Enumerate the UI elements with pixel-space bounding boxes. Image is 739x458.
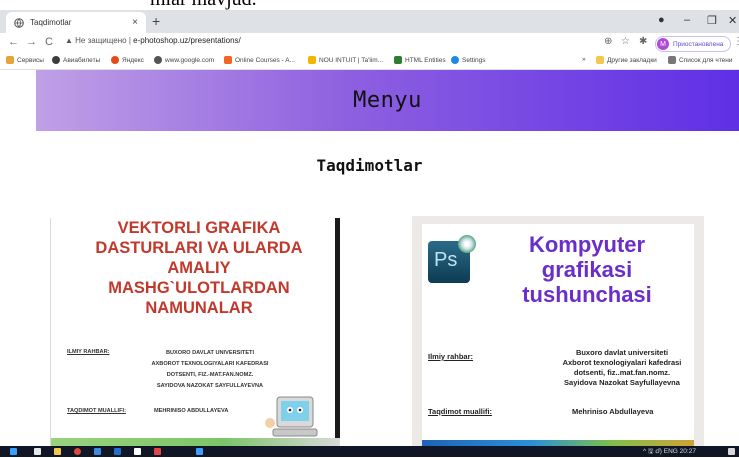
author-name: Mehriniso Abdullayeva — [572, 407, 654, 416]
folder-icon — [596, 56, 604, 64]
presentation-title: Kompyuter grafikasi tushunchasi — [522, 232, 652, 307]
menu-bar[interactable]: Menyu — [36, 70, 739, 131]
taskbar-app-icon[interactable] — [94, 448, 101, 455]
security-label: Не защищено — [75, 36, 127, 45]
page-title: Taqdimotlar — [316, 156, 423, 175]
author-label: TAQDIMOT MUALLIFI: — [67, 408, 126, 414]
bookmarks-overflow[interactable]: » — [582, 56, 586, 63]
menu-label: Menyu — [353, 88, 422, 113]
tab-title: Taqdimotlar — [30, 18, 72, 27]
slide-preview: Ps Kompyuter grafikasi tushunchasi Ilmiy… — [422, 224, 694, 446]
supervisor-label: Ilmiy rahbar: — [428, 352, 474, 361]
eye-decoration — [458, 235, 476, 253]
courses-icon — [224, 56, 232, 64]
notification-icon[interactable] — [728, 448, 735, 455]
bookmark-item[interactable]: HTML Entities — [394, 56, 446, 64]
bookmark-item[interactable]: Сервисы — [6, 56, 44, 64]
browser-tab[interactable]: Taqdimotlar × — [6, 12, 146, 33]
warning-triangle-icon: ▲ — [65, 36, 73, 45]
menu-kebab-icon[interactable]: ⋮ — [733, 36, 739, 47]
windows-taskbar: ^ 🖫 ⅆ) ENG 20:27 — [0, 446, 739, 457]
url-field[interactable]: ▲ Не защищено | e-photoshop.uz/presentat… — [65, 36, 241, 45]
bookmark-item[interactable]: Авиабилеты — [52, 56, 100, 64]
slide-footer-strip — [51, 438, 340, 446]
supervisor-label: ILMIY RAHBAR: — [67, 349, 110, 355]
bookmark-item[interactable]: Online Courses - A... — [224, 56, 295, 64]
back-arrow-icon[interactable]: ← — [8, 36, 19, 48]
author-label: Taqdimot muallifi: — [428, 407, 493, 416]
forward-arrow-icon[interactable]: → — [26, 36, 37, 48]
new-tab-button[interactable]: + — [152, 14, 160, 28]
bookmark-item[interactable]: Яндекс — [111, 56, 144, 64]
star-icon[interactable]: ☆ — [621, 36, 630, 47]
zoom-icon[interactable]: ⊕ — [604, 36, 612, 47]
globe-icon — [154, 56, 162, 64]
supervisor-details: Buxoro davlat universiteti Axborot texno… — [562, 348, 682, 387]
extensions-icon[interactable]: ✱ — [639, 36, 647, 47]
browser-tab-bar: Taqdimotlar × + ● – ❐ ✕ — [0, 10, 739, 33]
reading-list-icon — [668, 56, 676, 64]
windows-start-icon[interactable] — [10, 448, 17, 455]
supervisor-details: BUXORO DAVLAT UNIVERSITETI AXBOROT TEXNO… — [151, 350, 269, 389]
close-window-button[interactable]: ✕ — [728, 14, 737, 27]
tab-close-icon[interactable]: × — [132, 17, 138, 28]
card-border — [335, 218, 340, 446]
url-text: e-photoshop.uz/presentations/ — [133, 36, 241, 45]
taskbar-app-icon[interactable] — [196, 448, 203, 455]
w-icon — [394, 56, 402, 64]
minimize-button[interactable]: – — [684, 14, 690, 26]
bookmark-item[interactable]: www.google.com — [154, 56, 214, 64]
page-content: Menyu Taqdimotlar VEKTORLI GRAFIKA DASTU… — [0, 70, 739, 446]
bookmark-item[interactable]: Settings — [451, 56, 486, 64]
bookmark-item[interactable]: Другие закладки — [596, 56, 657, 64]
yandex-icon — [111, 56, 119, 64]
document-caption-fragment: mlar mavjud. — [0, 0, 739, 10]
apps-grid-icon — [6, 56, 14, 64]
globe-icon — [52, 56, 60, 64]
globe-icon — [13, 17, 24, 28]
presentation-card[interactable]: VEKTORLI GRAFIKA DASTURLARI VA ULARDA AM… — [50, 218, 340, 446]
bookmark-item[interactable]: NOU INTUIT | Ta'lim... — [308, 56, 383, 64]
taskbar-app-icon[interactable] — [154, 448, 161, 455]
search-icon[interactable] — [34, 448, 41, 455]
avatar: M — [657, 38, 669, 50]
url-separator: | — [128, 36, 131, 45]
gear-icon — [451, 56, 459, 64]
file-explorer-icon[interactable] — [54, 448, 61, 455]
bookmark-item[interactable]: Список для чтени — [668, 56, 732, 64]
word-icon[interactable] — [114, 448, 121, 455]
presentation-card[interactable]: Ps Kompyuter grafikasi tushunchasi Ilmiy… — [412, 216, 704, 446]
chrome-icon[interactable] — [74, 448, 81, 455]
profile-button[interactable]: M Приостановлена — [655, 36, 731, 52]
maximize-button[interactable]: ❐ — [707, 14, 717, 27]
computer-mascot-icon — [265, 396, 318, 437]
presentation-title: VEKTORLI GRAFIKA DASTURLARI VA ULARDA AM… — [95, 219, 303, 317]
intuit-icon — [308, 56, 316, 64]
reload-icon[interactable]: C — [45, 36, 53, 48]
system-tray[interactable]: ^ 🖫 ⅆ) ENG 20:27 — [643, 447, 696, 458]
address-bar: ← → C ▲ Не защищено | e-photoshop.uz/pre… — [0, 33, 739, 53]
profile-status: Приостановлена — [673, 40, 724, 48]
author-name: MEHRINISO ABDULLAYEVA — [154, 408, 229, 414]
bookmarks-bar: Сервисы Авиабилеты Яндекс www.google.com… — [0, 53, 739, 70]
taskbar-app-icon[interactable] — [134, 448, 141, 455]
photoshop-logo-icon: Ps — [428, 235, 476, 283]
media-indicator-icon[interactable]: ● — [658, 14, 665, 26]
